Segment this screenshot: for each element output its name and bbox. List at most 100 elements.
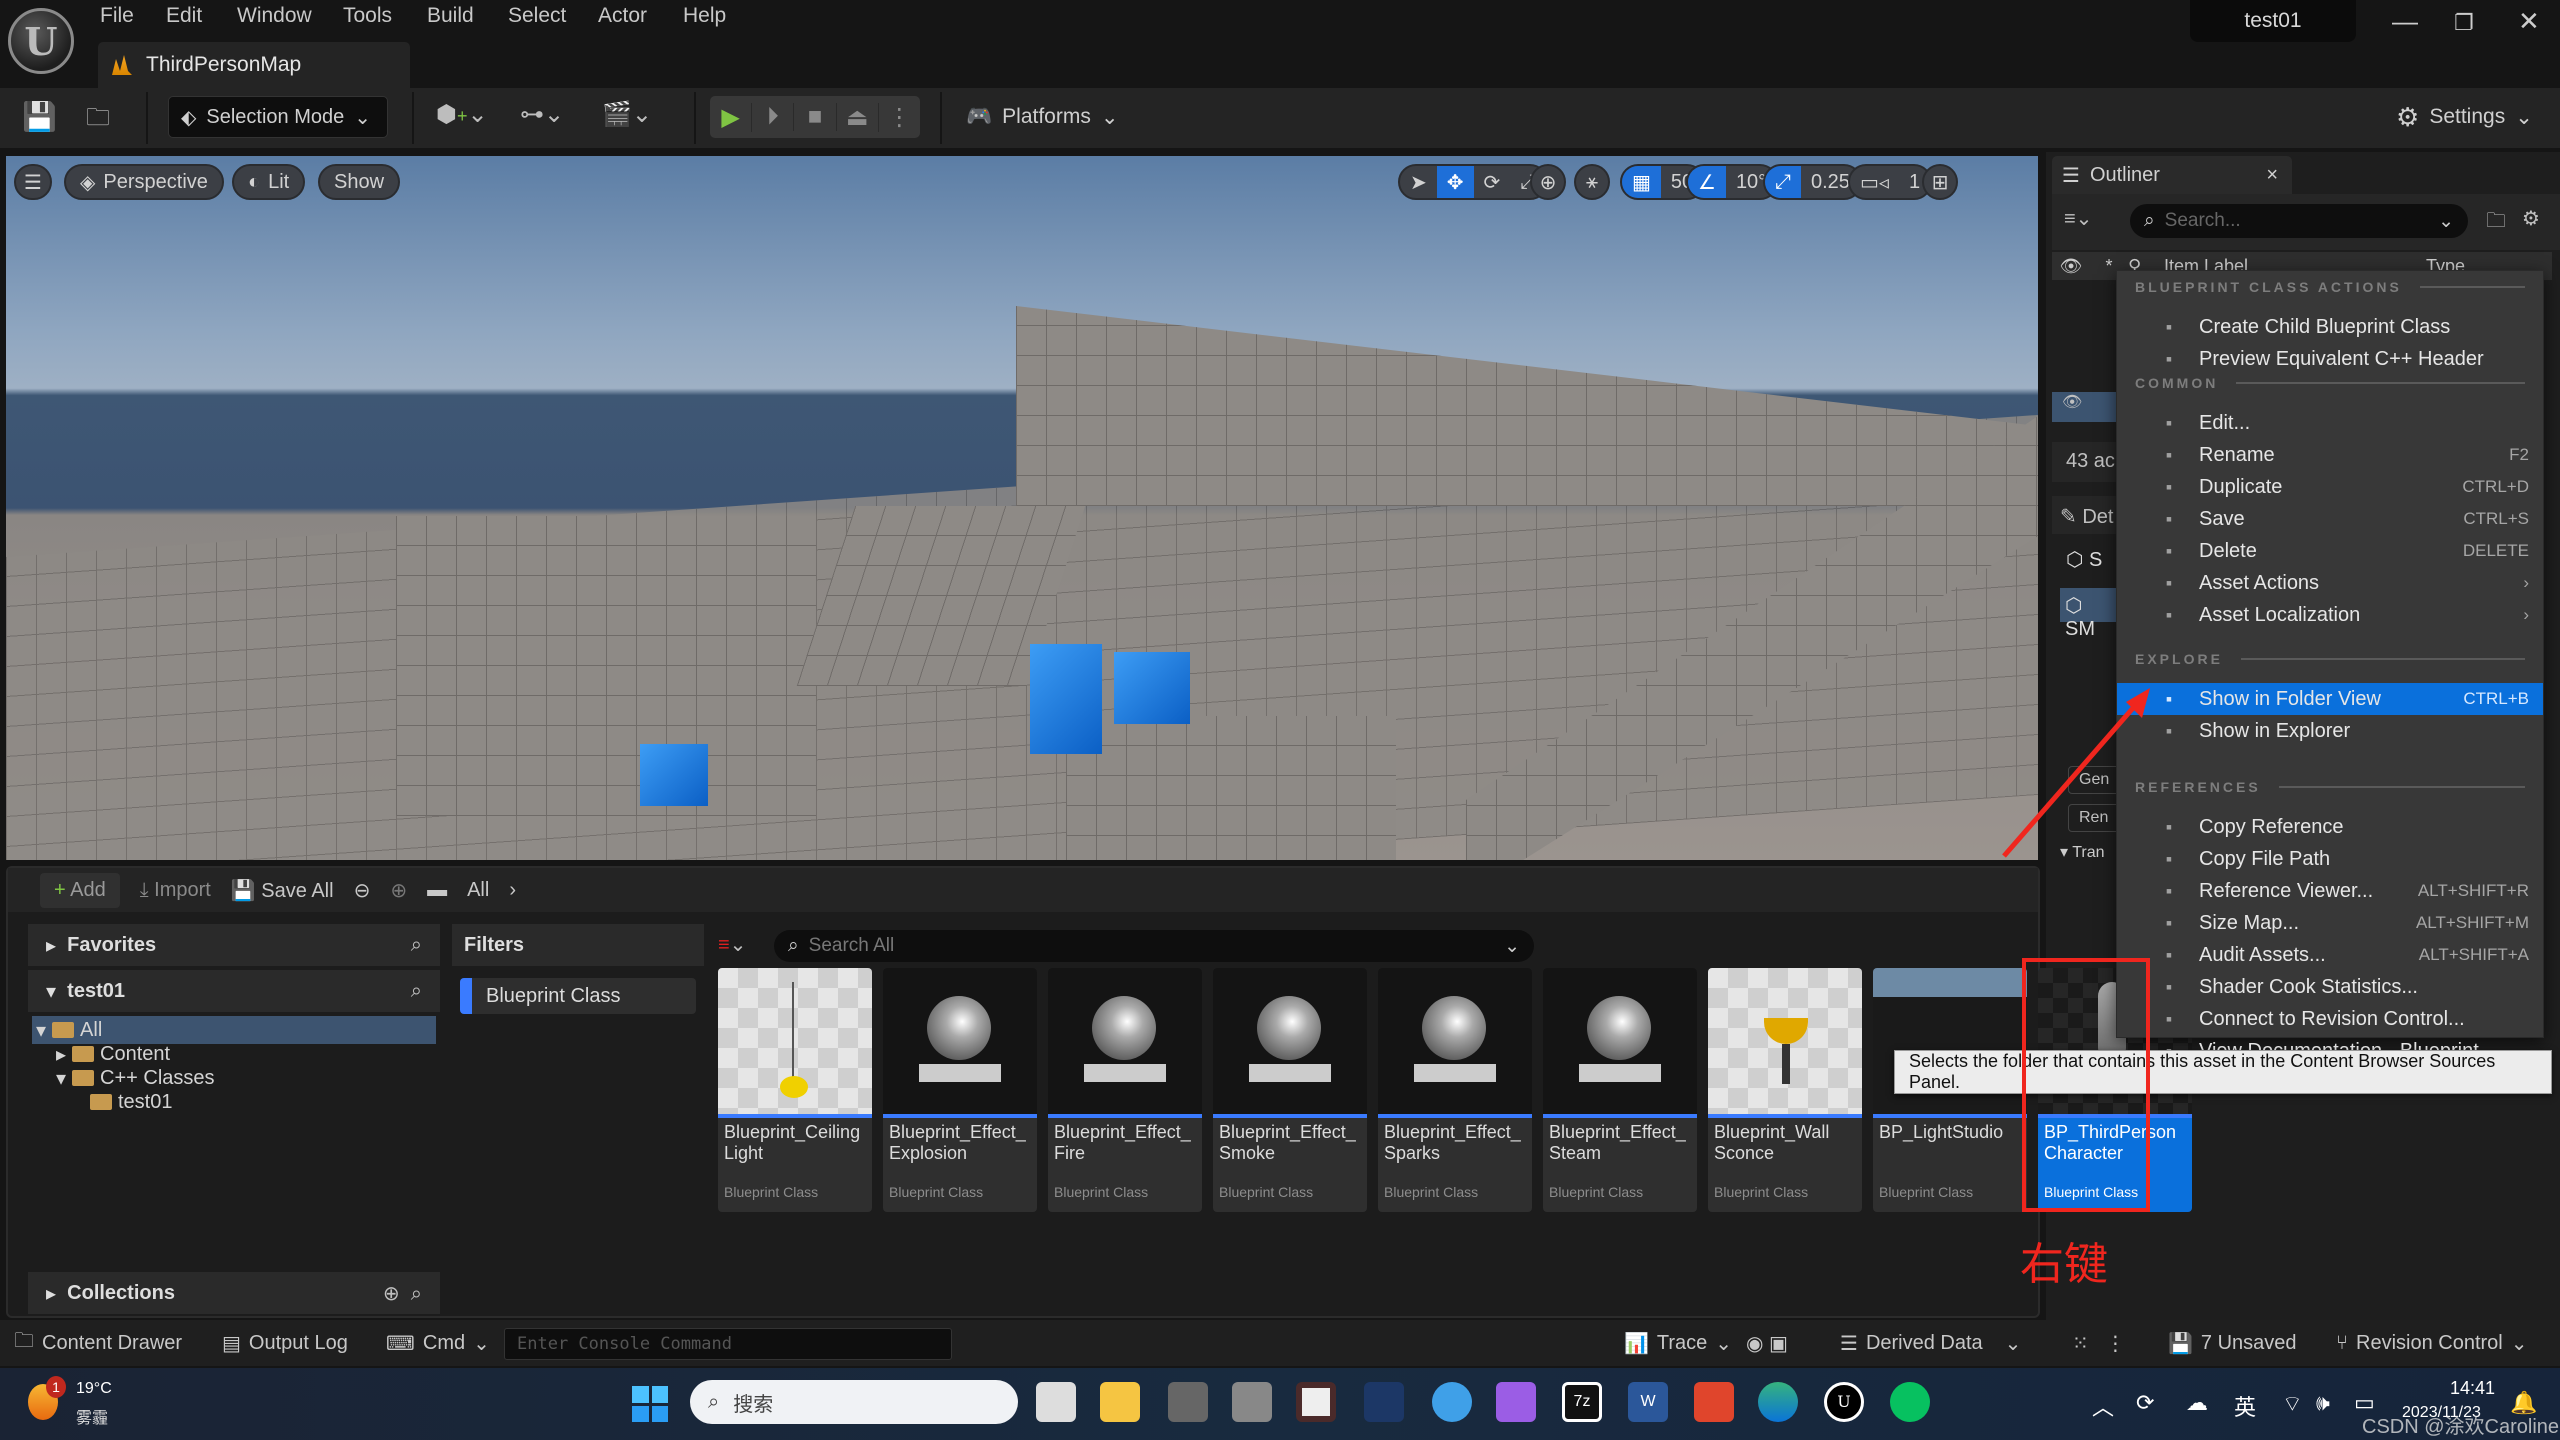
menu-select[interactable]: Select [508, 4, 566, 28]
unreal-engine-icon[interactable]: U [1824, 1382, 1864, 1422]
paint-icon[interactable] [1432, 1382, 1472, 1422]
menu-edit[interactable]: Edit [166, 4, 202, 28]
level-tab[interactable]: ThirdPersonMap [98, 42, 410, 88]
app-icon[interactable] [1694, 1382, 1734, 1422]
trace-dropdown[interactable]: 📊 Trace ⌄ [1624, 1320, 1732, 1366]
menu-item-copy-file-path[interactable]: ▪ Copy File Path [2117, 843, 2543, 875]
app-icon[interactable] [1364, 1382, 1404, 1422]
menu-item-connect-to-revision-control[interactable]: ▪ Connect to Revision Control... [2117, 1003, 2543, 1035]
menu-build[interactable]: Build [427, 4, 474, 28]
save-icon[interactable]: 💾 [22, 100, 57, 133]
source-control-status-icon[interactable]: ⁙ ⋮ [2072, 1320, 2125, 1366]
menu-file[interactable]: File [100, 4, 134, 28]
clock-time[interactable]: 14:41 [2450, 1378, 2495, 1399]
menu-item-duplicate[interactable]: ▪ Duplicate CTRL+D [2117, 471, 2543, 503]
settings-dropdown[interactable]: ⚙ Settings ⌄ [2396, 96, 2533, 138]
word-icon[interactable]: W [1628, 1382, 1668, 1422]
menu-item-show-in-explorer[interactable]: ▪ Show in Explorer [2117, 715, 2543, 747]
menu-item-audit-assets[interactable]: ▪ Audit Assets... ALT+SHIFT+A [2117, 939, 2543, 971]
details-component-selected[interactable]: ⬡ SM [2060, 588, 2122, 640]
menu-item-edit[interactable]: ▪ Edit... [2117, 407, 2543, 439]
eject-icon[interactable]: ⏏ [837, 102, 879, 132]
cloud-icon[interactable]: ☁ [2186, 1390, 2208, 1416]
menu-item-reference-viewer[interactable]: ▪ Reference Viewer... ALT+SHIFT+R [2117, 875, 2543, 907]
unreal-logo-icon[interactable]: U [8, 8, 74, 74]
show-button[interactable]: Show [318, 164, 401, 200]
rotate-tool-icon[interactable]: ⟳ [1474, 166, 1511, 198]
sync-icon[interactable]: ⟳ [2136, 1390, 2154, 1416]
menu-window[interactable]: Window [237, 4, 312, 28]
outliner-row-selected[interactable]: 👁 [2052, 392, 2122, 422]
filter-icon[interactable]: ≡⌄ [2064, 206, 2092, 231]
outliner-search-input[interactable]: ⌕ Search... ⌄ [2130, 204, 2468, 238]
tree-item-test01[interactable]: test01 [90, 1090, 172, 1114]
outliner-tab[interactable]: ☰ Outliner × [2052, 156, 2292, 194]
menu-item-delete[interactable]: ▪ Delete DELETE [2117, 535, 2543, 567]
add-collection-icon[interactable]: ⊕ ⌕ [383, 1281, 422, 1306]
output-log-button[interactable]: ▤ Output Log [222, 1320, 348, 1366]
asset-tile[interactable]: Blueprint_Effect_ Sparks Blueprint Class [1378, 968, 1532, 1212]
search-icon[interactable]: ⌕ [411, 980, 422, 1003]
menu-item-size-map[interactable]: ▪ Size Map... ALT+SHIFT+M [2117, 907, 2543, 939]
blueprint-menu-icon[interactable]: ⊶⌄ [520, 100, 564, 129]
menu-item-save[interactable]: ▪ Save CTRL+S [2117, 503, 2543, 535]
viewport-menu-button[interactable]: ☰ [14, 164, 52, 200]
tree-item-content[interactable]: ▸ Content [56, 1042, 170, 1066]
ime-indicator[interactable]: 英 [2234, 1390, 2256, 1422]
viewport-layout-button[interactable]: ⊞ [1922, 164, 1958, 200]
close-button[interactable]: ✕ [2518, 6, 2540, 37]
search-icon[interactable]: ⌕ [411, 934, 422, 957]
edge-icon[interactable] [1758, 1382, 1798, 1422]
console-input[interactable]: Enter Console Command [504, 1328, 952, 1360]
menu-item-asset-actions[interactable]: ▪ Asset Actions › [2117, 567, 2543, 599]
filter-icon[interactable]: ≡⌄ [718, 932, 746, 957]
select-tool-icon[interactable]: ➤ [1400, 166, 1437, 198]
windows-start-icon[interactable] [632, 1386, 668, 1422]
trace-record-icon[interactable]: ◉ ▣ [1746, 1320, 1788, 1366]
snipping-tool-icon[interactable] [1296, 1382, 1336, 1422]
details-component[interactable]: ⬡ S [2066, 547, 2102, 572]
asset-tile[interactable]: Blueprint_Wall Sconce Blueprint Class [1708, 968, 1862, 1212]
task-view-icon[interactable] [1036, 1382, 1076, 1422]
cinematics-icon[interactable]: 🎬⌄ [602, 100, 652, 129]
menu-actor[interactable]: Actor [598, 4, 647, 28]
tree-item-cpp-classes[interactable]: ▾ C++ Classes [56, 1066, 215, 1090]
add-actor-icon[interactable]: ⬢+⌄ [436, 100, 488, 129]
cmd-dropdown[interactable]: ⌨ Cmd ⌄ [386, 1320, 490, 1366]
wifi-icon[interactable]: ⌔ [2282, 1390, 2303, 1418]
asset-tile[interactable]: Blueprint_Effect_ Explosion Blueprint Cla… [883, 968, 1037, 1212]
menu-tools[interactable]: Tools [343, 4, 392, 28]
add-button[interactable]: + Add [40, 872, 120, 908]
restore-button[interactable]: ❐ [2454, 10, 2474, 36]
import-button[interactable]: ⤓ Import [140, 879, 211, 902]
chevron-up-icon[interactable]: ︿ [2092, 1390, 2114, 1422]
7zip-icon[interactable]: 7z [1562, 1382, 1602, 1422]
project-header[interactable]: ▾ test01 ⌕ [28, 970, 440, 1012]
add-folder-icon[interactable]: 🗀 [2486, 206, 2506, 240]
world-space-toggle[interactable]: ⊕ [1530, 164, 1566, 200]
taskbar-search[interactable]: ⌕ 搜索 [690, 1380, 1018, 1424]
gear-icon[interactable]: ⚙ [2522, 206, 2540, 231]
camera-speed[interactable]: ▭◃ 1 [1848, 164, 1933, 200]
content-drawer-button[interactable]: 🗀 Content Drawer [14, 1320, 182, 1366]
menu-item-show-in-folder-view[interactable]: ▪ Show in Folder View CTRL+B [2117, 683, 2543, 715]
save-all-button[interactable]: 💾 Save All [231, 878, 334, 903]
filter-chip-blueprint-class[interactable]: Blueprint Class [460, 978, 696, 1014]
play-icon[interactable]: ▶ [710, 102, 753, 132]
file-explorer-icon[interactable] [1100, 1382, 1140, 1422]
collections-header[interactable]: ▸ Collections ⊕ ⌕ [28, 1272, 440, 1314]
asset-tile[interactable]: Blueprint_Effect_ Steam Blueprint Class [1543, 968, 1697, 1212]
menu-help[interactable]: Help [683, 4, 726, 28]
level-viewport[interactable]: ☰ ◈ Perspective ◐ Lit Show ➤ ✥ ⟳ ⤢ ⊕ ⚹ ▦ 50… [6, 156, 2038, 860]
visual-studio-icon[interactable] [1496, 1382, 1536, 1422]
menu-item-shader-cook-statistics[interactable]: ▪ Shader Cook Statistics... [2117, 971, 2543, 1003]
revision-control-dropdown[interactable]: ⑂ Revision Control ⌄ [2336, 1320, 2528, 1366]
lit-button[interactable]: ◐ Lit [232, 164, 306, 200]
back-icon[interactable]: ⊖ [354, 878, 371, 903]
menu-item-create-child-blueprint-class[interactable]: ▪ Create Child Blueprint Class [2117, 311, 2543, 343]
selection-mode-dropdown[interactable]: ⬖ Selection Mode ⌄ [168, 96, 388, 138]
details-tab[interactable]: ✎ Det [2052, 496, 2122, 534]
tree-item-all[interactable]: ▾ All [36, 1018, 102, 1042]
advance-frame-icon[interactable]: ⏵ [752, 103, 795, 131]
menu-item-copy-reference[interactable]: ▪ Copy Reference [2117, 811, 2543, 843]
